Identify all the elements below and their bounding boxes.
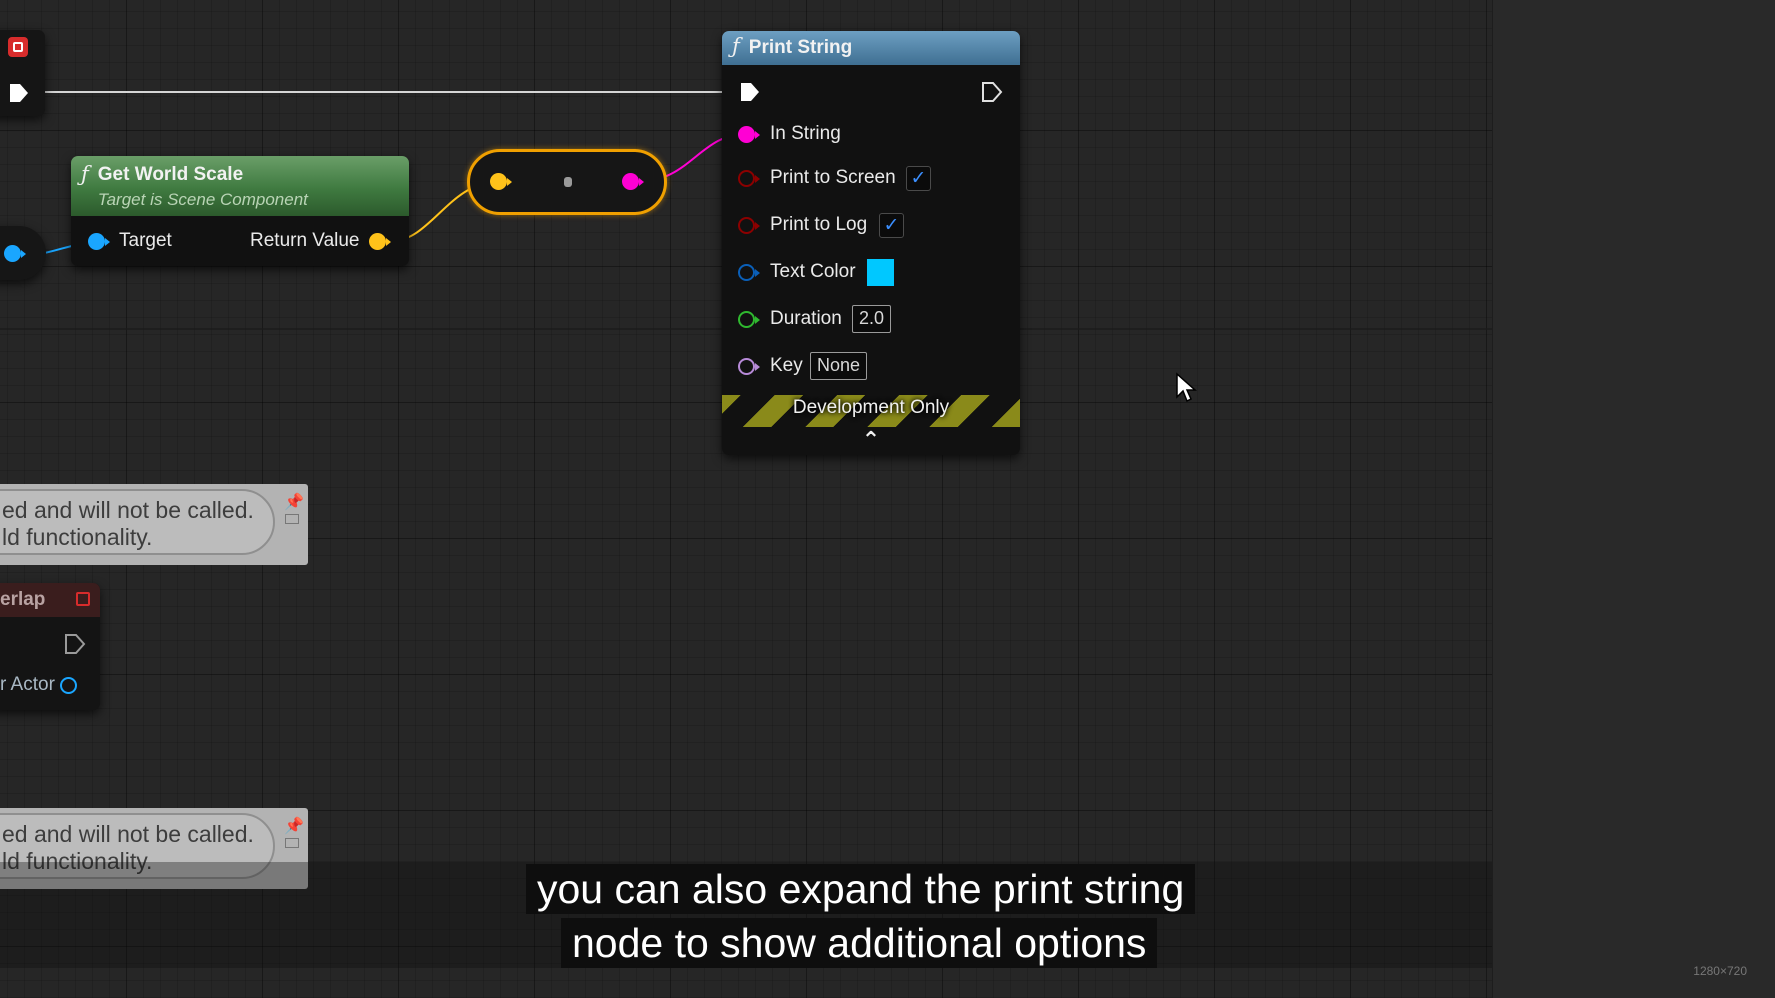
details-side-panel bbox=[1492, 0, 1775, 998]
duration-label: Duration bbox=[770, 308, 842, 329]
comment-bubble: ed and will not be called. ld functional… bbox=[0, 489, 275, 555]
comment-collapse-icon[interactable] bbox=[285, 838, 299, 848]
function-icon: ƒ bbox=[81, 162, 89, 186]
node-title: ƒ Get World Scale Target is Scene Compon… bbox=[71, 156, 409, 216]
event-node-partial-top[interactable] bbox=[0, 30, 45, 116]
development-only-label: Development Only bbox=[792, 397, 950, 418]
development-only-banner: Development Only bbox=[722, 395, 1020, 427]
print-to-log-label: Print to Log bbox=[770, 214, 868, 235]
return-value-pin[interactable] bbox=[369, 233, 386, 250]
text-color-label: Text Color bbox=[770, 261, 856, 282]
duration-value-field[interactable]: 2.0 bbox=[852, 305, 892, 333]
print-string-node[interactable]: ƒ Print String In String Print to Screen… bbox=[722, 31, 1020, 455]
conversion-output-pin[interactable] bbox=[622, 173, 639, 190]
function-icon: ƒ bbox=[732, 34, 740, 58]
node-title-text: erlap bbox=[0, 589, 46, 610]
delegate-pin-icon[interactable] bbox=[76, 592, 90, 606]
in-string-label: In String bbox=[770, 123, 841, 144]
mouse-cursor-icon bbox=[1176, 372, 1197, 403]
conversion-dot-icon bbox=[564, 177, 572, 187]
conversion-node[interactable] bbox=[467, 149, 667, 215]
comment-text-line1: ed and will not be called. bbox=[2, 821, 254, 847]
in-string-pin[interactable] bbox=[738, 126, 755, 143]
duration-pin[interactable] bbox=[738, 311, 755, 328]
node-title-text: Get World Scale bbox=[97, 164, 244, 185]
delegate-pin-icon[interactable] bbox=[8, 37, 28, 57]
print-to-screen-label: Print to Screen bbox=[770, 167, 896, 188]
resolution-label: 1280×720 bbox=[1693, 964, 1747, 978]
exec-out-pin[interactable] bbox=[8, 82, 30, 104]
key-pin[interactable] bbox=[738, 358, 755, 375]
other-actor-pin[interactable] bbox=[60, 677, 77, 694]
conversion-input-pin[interactable] bbox=[490, 173, 507, 190]
target-pin[interactable] bbox=[88, 233, 105, 250]
print-to-screen-pin[interactable] bbox=[738, 170, 755, 187]
comment-collapse-icon[interactable] bbox=[285, 514, 299, 524]
exec-in-pin[interactable] bbox=[739, 81, 761, 103]
comment-box-1[interactable]: ed and will not be called. ld functional… bbox=[0, 484, 308, 565]
node-subtitle: Target is Scene Component bbox=[97, 190, 308, 209]
comment-text-line1: ed and will not be called. bbox=[2, 497, 254, 523]
get-world-scale-node[interactable]: ƒ Get World Scale Target is Scene Compon… bbox=[71, 156, 409, 266]
node-title: ƒ Print String bbox=[722, 31, 1020, 65]
key-label: Key bbox=[770, 355, 803, 376]
pin-icon[interactable]: 📌 bbox=[284, 492, 304, 512]
text-color-pin[interactable] bbox=[738, 264, 755, 281]
return-value-label: Return Value bbox=[250, 230, 360, 251]
text-color-swatch[interactable] bbox=[867, 259, 894, 286]
comment-text-line2: ld functionality. bbox=[2, 524, 153, 550]
node-title-text: Print String bbox=[748, 37, 853, 58]
overlap-event-node-partial[interactable]: erlap r Actor bbox=[0, 583, 100, 710]
other-actor-label: r Actor bbox=[0, 674, 55, 695]
subtitle-line-2: node to show additional options bbox=[561, 918, 1158, 968]
print-to-log-checkbox[interactable]: ✓ bbox=[879, 213, 904, 238]
pin-icon[interactable]: 📌 bbox=[284, 816, 304, 836]
object-out-pin[interactable] bbox=[4, 245, 21, 262]
subtitle-line-1: you can also expand the print string bbox=[526, 864, 1196, 914]
print-to-log-pin[interactable] bbox=[738, 217, 755, 234]
print-to-screen-checkbox[interactable]: ✓ bbox=[906, 166, 931, 191]
target-label: Target bbox=[119, 230, 172, 251]
collapse-advanced-icon[interactable]: ⌃ bbox=[722, 429, 1020, 451]
exec-out-pin[interactable] bbox=[981, 81, 1003, 103]
exec-out-pin[interactable] bbox=[64, 633, 86, 655]
key-value-field[interactable]: None bbox=[810, 352, 868, 380]
